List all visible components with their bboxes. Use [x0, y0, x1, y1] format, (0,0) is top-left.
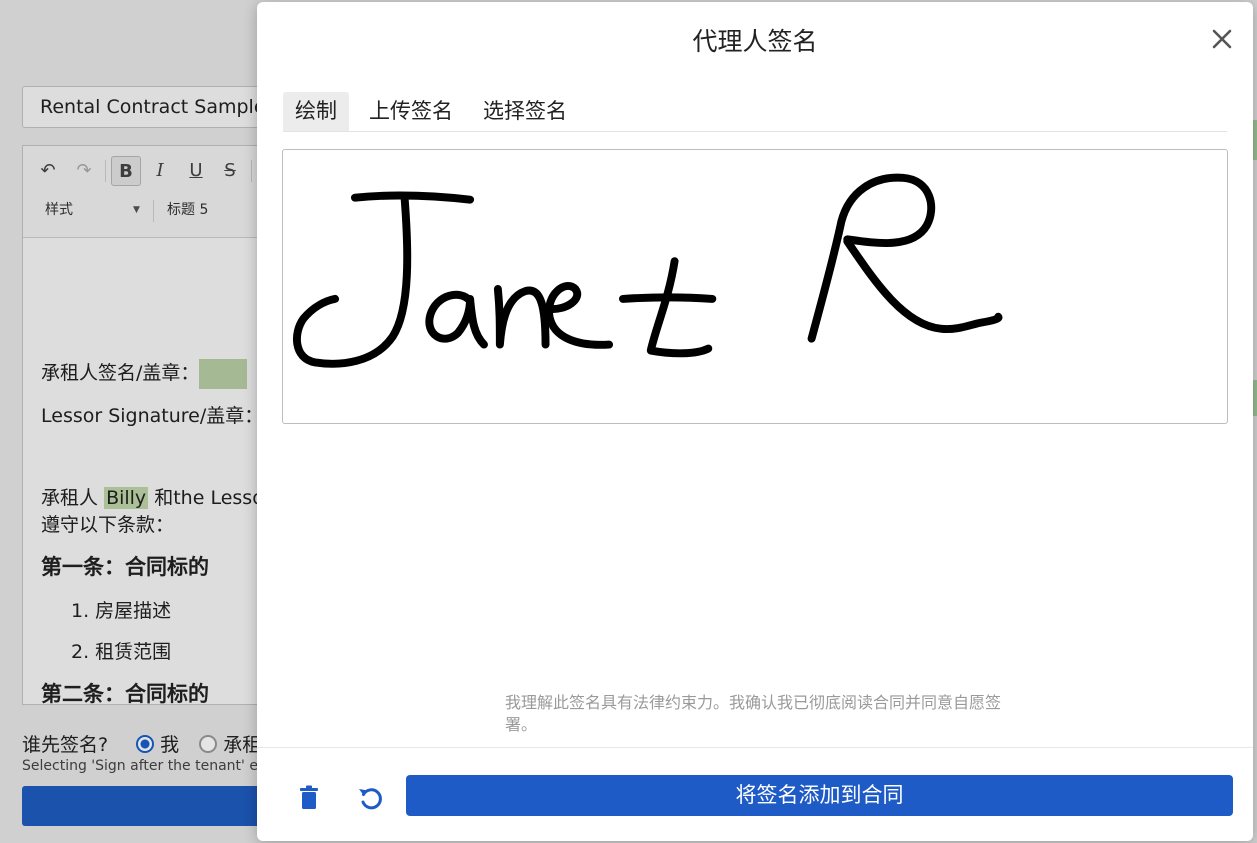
footer-divider	[257, 747, 1253, 748]
tab-upload[interactable]: 上传签名	[357, 92, 465, 131]
tab-select[interactable]: 选择签名	[471, 92, 579, 131]
tab-draw[interactable]: 绘制	[283, 92, 349, 131]
add-signature-button[interactable]: 将签名添加到合同	[406, 775, 1233, 816]
trash-icon[interactable]	[293, 782, 325, 814]
legal-disclaimer: 我理解此签名具有法律约束力。我确认我已彻底阅读合同并同意自愿签署。	[505, 693, 1002, 734]
signature-drawing	[293, 173, 1003, 368]
undo-icon[interactable]	[354, 782, 386, 814]
signature-tabs: 绘制 上传签名 选择签名	[283, 92, 1227, 132]
signature-canvas[interactable]	[282, 149, 1228, 424]
signature-modal: 代理人签名 绘制 上传签名 选择签名 我理解此签名具有法律约束力。我确认我已彻底…	[257, 2, 1253, 841]
modal-title: 代理人签名	[692, 27, 818, 56]
close-icon[interactable]	[1207, 24, 1237, 54]
